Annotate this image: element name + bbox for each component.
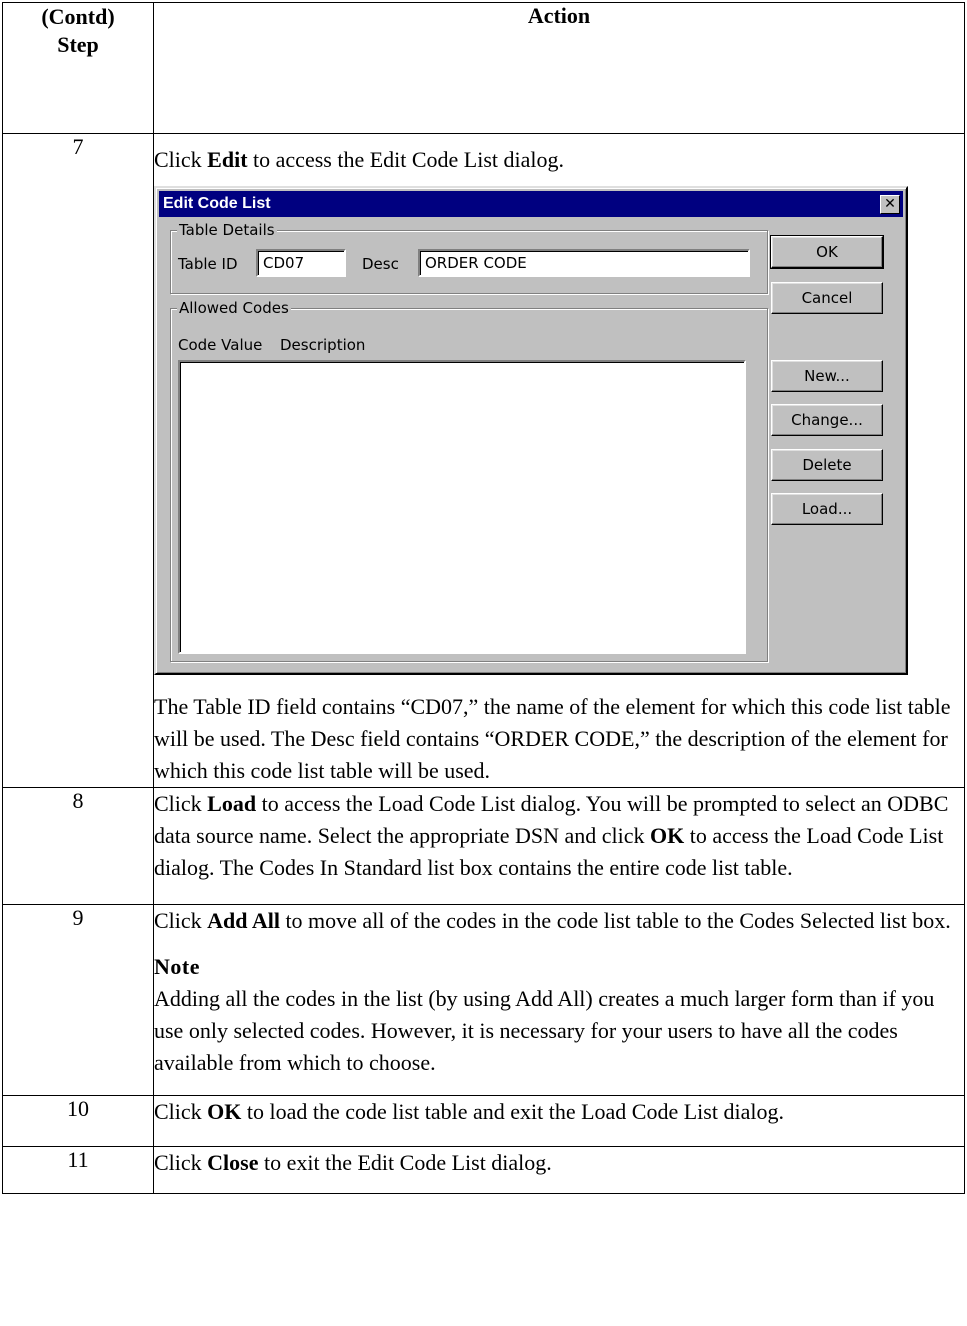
change-button[interactable]: Change... xyxy=(771,404,883,436)
table-id-label: Table ID xyxy=(178,255,238,273)
step-row-11: 11 Click Close to exit the Edit Code Lis… xyxy=(2,1146,965,1194)
delete-button[interactable]: Delete xyxy=(771,449,883,481)
step-column-header: (Contd) Step xyxy=(2,2,154,134)
table-details-label: Table Details xyxy=(177,221,277,239)
step-row-7: 7 Click Edit to access the Edit Code Lis… xyxy=(2,133,965,788)
step-action: Click Add All to move all of the codes i… xyxy=(153,904,965,1096)
close-icon[interactable]: ✕ xyxy=(880,195,900,214)
step-text: Click Add All to move all of the codes i… xyxy=(154,908,951,933)
allowed-codes-label: Allowed Codes xyxy=(177,299,291,317)
allowed-codes-list[interactable] xyxy=(178,360,746,654)
step-action: Click Load to access the Load Code List … xyxy=(153,787,965,905)
note-text: Adding all the codes in the list (by usi… xyxy=(154,986,935,1075)
step-row-9: 9 Click Add All to move all of the codes… xyxy=(2,904,965,1096)
step-number: 10 xyxy=(2,1095,154,1147)
step-number: 7 xyxy=(2,133,154,788)
load-button[interactable]: Load... xyxy=(771,493,883,525)
new-button[interactable]: New... xyxy=(771,360,883,392)
step-number: 8 xyxy=(2,787,154,905)
step-action: Click Close to exit the Edit Code List d… xyxy=(153,1146,965,1194)
ok-button[interactable]: OK xyxy=(770,235,884,269)
steps-table: (Contd) Step Action 7 Click Edit to acce… xyxy=(2,2,965,1194)
step-header-line1: (Contd) xyxy=(41,4,115,29)
edit-code-list-dialog: Edit Code List ✕ Table Details Table ID … xyxy=(154,186,908,675)
step-number: 11 xyxy=(2,1146,154,1194)
step-action: Click OK to load the code list table and… xyxy=(153,1095,965,1147)
desc-label: Desc xyxy=(362,255,399,273)
step-explanation: The Table ID field contains “CD07,” the … xyxy=(154,694,951,783)
step-header-line2: Step xyxy=(57,32,99,57)
cancel-button[interactable]: Cancel xyxy=(771,282,883,314)
desc-field[interactable]: ORDER CODE xyxy=(418,249,750,277)
dialog-title: Edit Code List xyxy=(163,195,271,212)
step-text: Click Edit to access the Edit Code List … xyxy=(154,147,565,172)
table-id-field[interactable]: CD07 xyxy=(256,249,346,277)
code-value-column-header: Code Value xyxy=(178,336,263,354)
dialog-title-bar: Edit Code List ✕ xyxy=(159,191,903,217)
step-row-10: 10 Click OK to load the code list table … xyxy=(2,1095,965,1147)
step-number: 9 xyxy=(2,904,154,1096)
step-row-8: 8 Click Load to access the Load Code Lis… xyxy=(2,787,965,905)
description-column-header: Description xyxy=(280,336,366,354)
step-action: Click Edit to access the Edit Code List … xyxy=(153,133,965,788)
header-row: (Contd) Step Action xyxy=(2,2,965,134)
note-title: Note xyxy=(154,954,200,979)
action-column-header: Action xyxy=(153,2,965,134)
